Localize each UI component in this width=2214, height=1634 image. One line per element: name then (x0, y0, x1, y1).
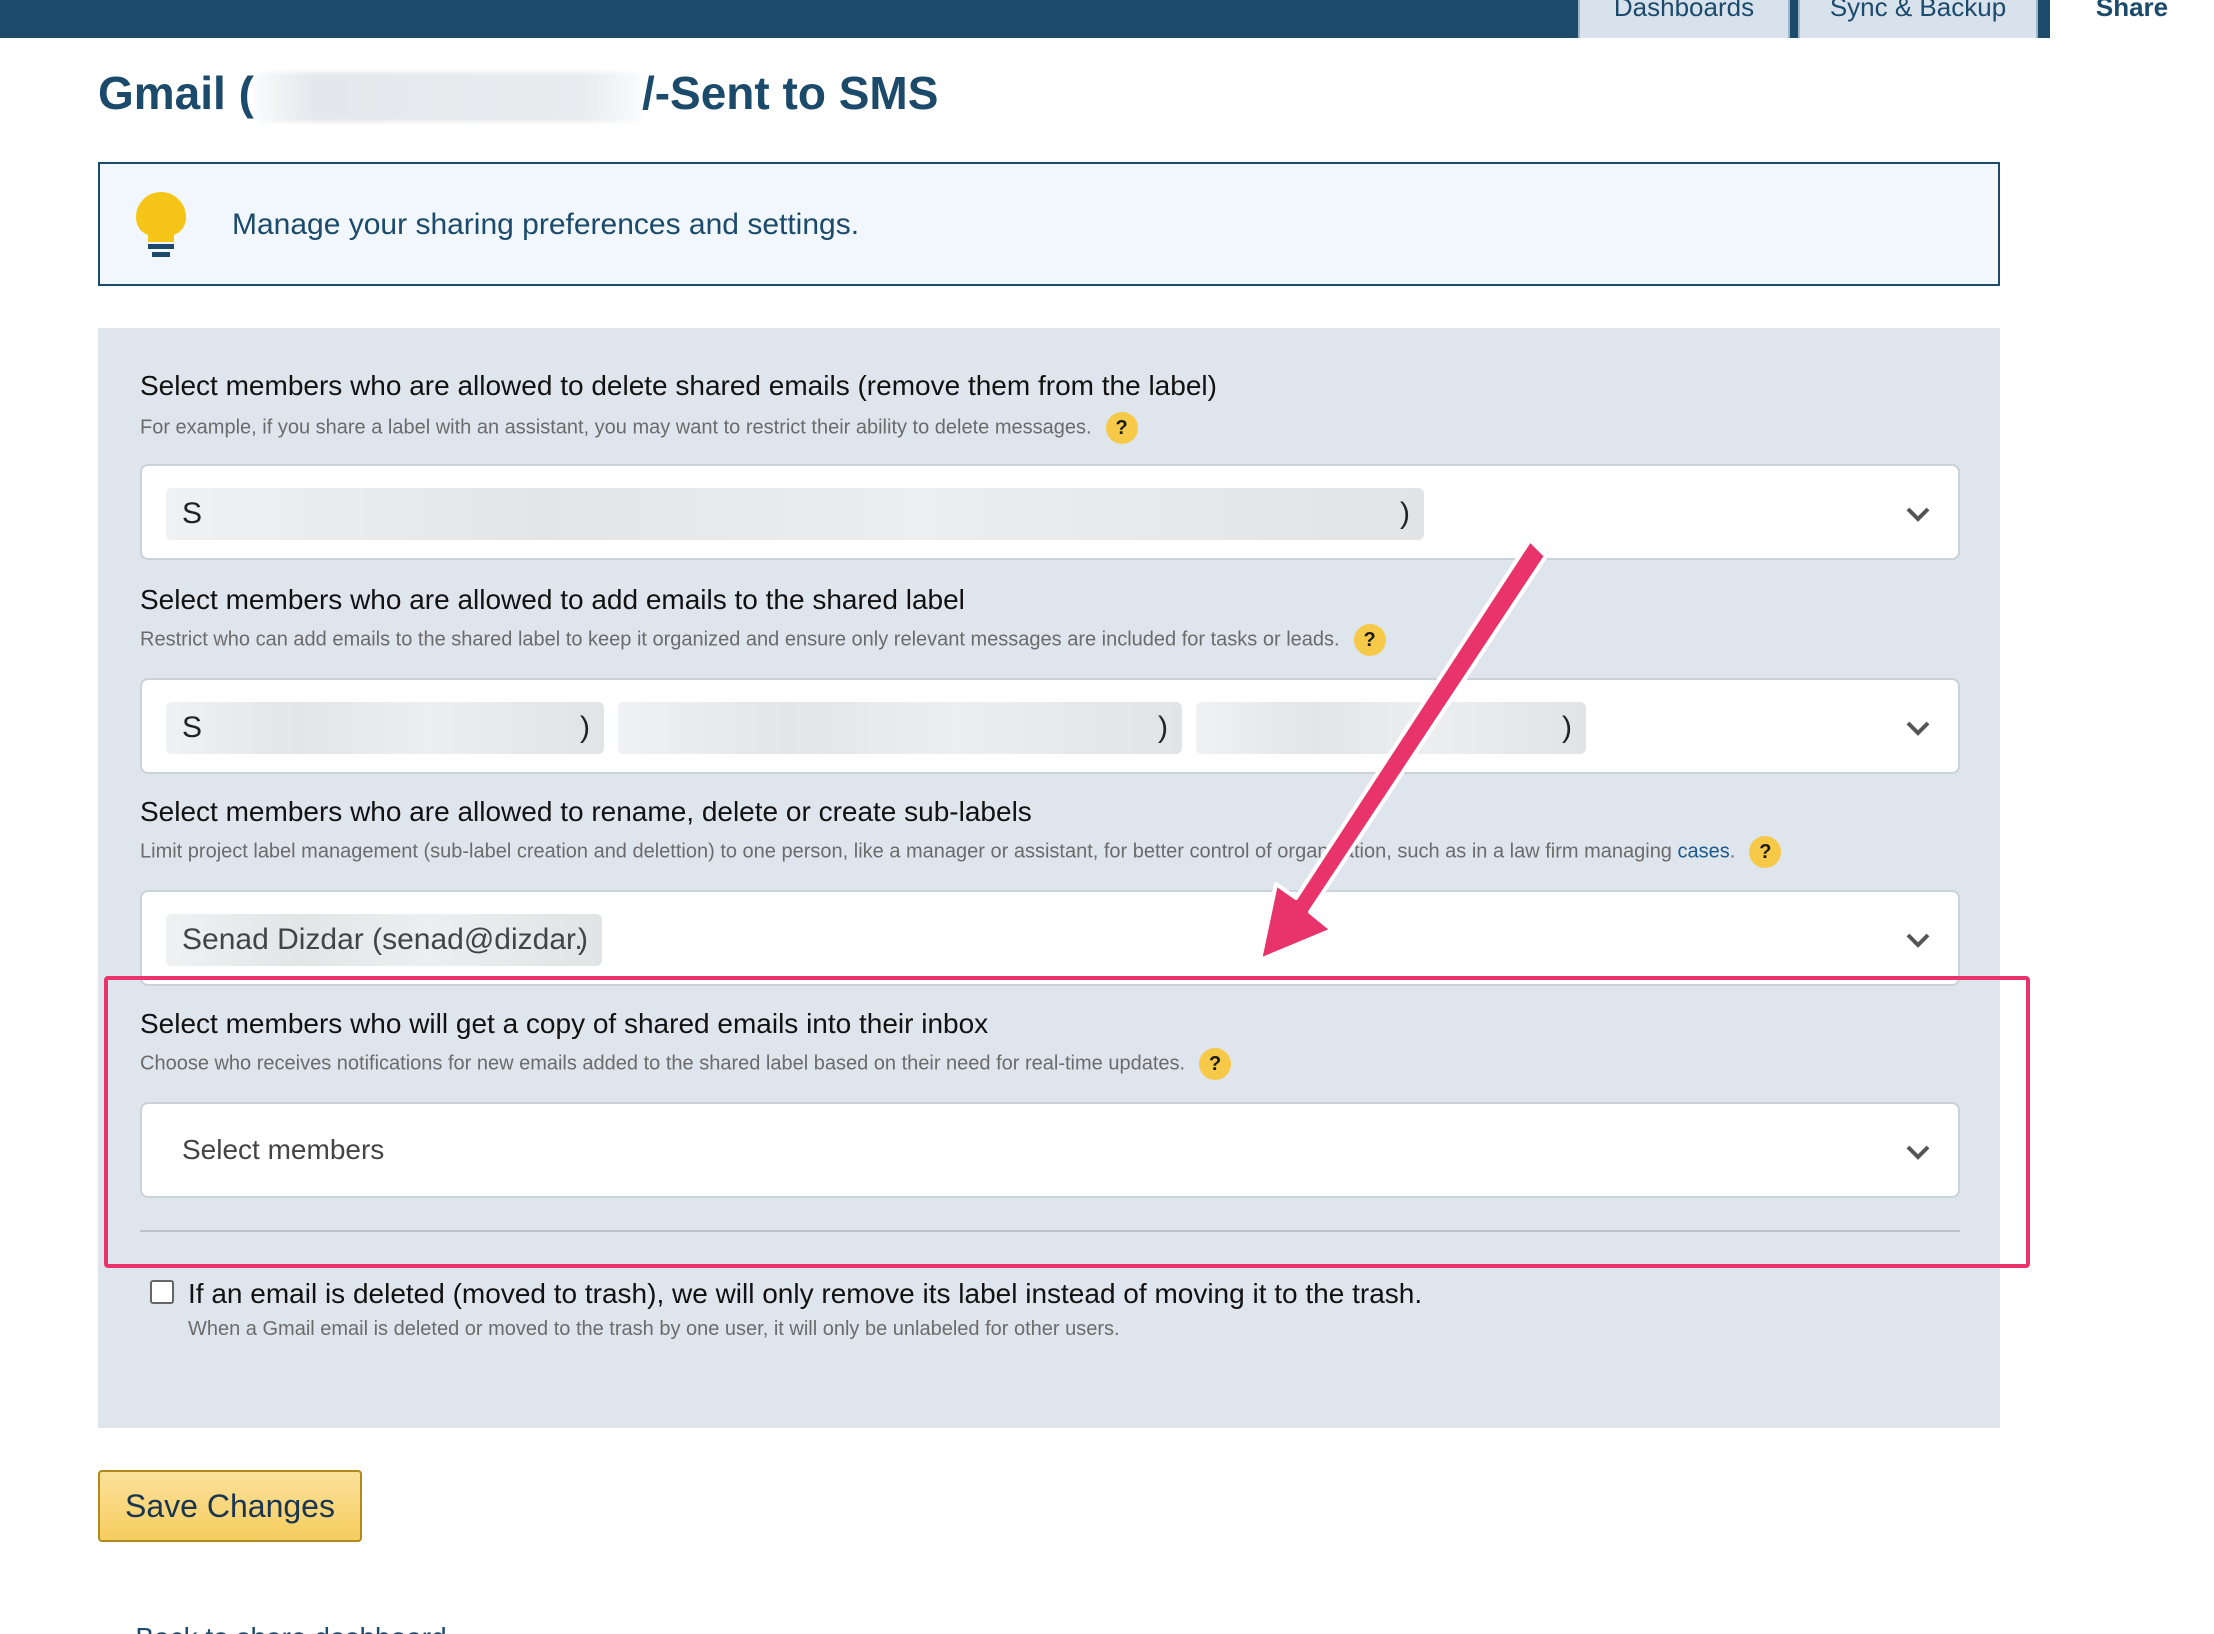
inbox-copy-members-select[interactable]: Select members (140, 1102, 1960, 1198)
copy-to-inbox-description: Choose who receives notifications for ne… (140, 1048, 1232, 1080)
info-text: Manage your sharing preferences and sett… (232, 208, 860, 241)
help-icon[interactable]: ? (1353, 624, 1386, 656)
tab-dashboards[interactable]: Dashboards (1578, 0, 1790, 38)
chevron-down-icon[interactable] (1904, 926, 1932, 954)
cases-link[interactable]: cases (1678, 840, 1730, 862)
sublabel-permission-title: Select members who are allowed to rename… (140, 796, 1032, 827)
tab-share[interactable]: Share (2050, 0, 2214, 38)
member-chip[interactable]: S) (166, 702, 604, 754)
remove-label-on-trash-label[interactable]: If an email is deleted (moved to trash),… (188, 1278, 1422, 1310)
chevron-down-icon[interactable] (1904, 714, 1932, 742)
lightbulb-icon (136, 192, 186, 258)
back-to-share-dashboard-link[interactable]: « Back to share dashboard (112, 1622, 447, 1634)
add-permission-description: Restrict who can add emails to the share… (140, 624, 1386, 656)
page-title-prefix: Gmail ( (98, 67, 254, 119)
member-chip[interactable]: Senad Dizdar (senad@dizdar.) (166, 914, 602, 966)
add-permission-title: Select members who are allowed to add em… (140, 584, 965, 615)
remove-label-on-trash-description: When a Gmail email is deleted or moved t… (188, 1318, 1120, 1340)
remove-label-on-trash-checkbox[interactable] (150, 1280, 174, 1304)
settings-panel: Select members who are allowed to delete… (98, 328, 2000, 1428)
sublabel-permission-description: Limit project label management (sub-labe… (140, 836, 1782, 868)
add-members-select[interactable]: S) ) ) (140, 678, 1960, 774)
help-icon[interactable]: ? (1105, 412, 1138, 444)
chevron-down-icon[interactable] (1904, 1138, 1932, 1166)
select-placeholder: Select members (182, 1134, 385, 1165)
sublabel-members-select[interactable]: Senad Dizdar (senad@dizdar.) (140, 890, 1960, 986)
help-icon[interactable]: ? (1749, 836, 1782, 868)
tab-sync-backup[interactable]: Sync & Backup (1798, 0, 2038, 38)
info-banner: Manage your sharing preferences and sett… (98, 162, 2000, 286)
delete-permission-title: Select members who are allowed to delete… (140, 370, 1217, 401)
delete-permission-description: For example, if you share a label with a… (140, 412, 1138, 444)
member-chip[interactable]: S) (166, 488, 1424, 540)
copy-to-inbox-title: Select members who will get a copy of sh… (140, 1008, 989, 1039)
section-divider (140, 1230, 1960, 1232)
member-chip[interactable]: ) (618, 702, 1182, 754)
delete-members-select[interactable]: S) (140, 464, 1960, 560)
member-chip[interactable]: ) (1196, 702, 1586, 754)
save-changes-button[interactable]: Save Changes (98, 1470, 362, 1542)
redaction-blur (254, 72, 642, 122)
help-icon[interactable]: ? (1199, 1048, 1232, 1080)
chevron-down-icon[interactable] (1904, 500, 1932, 528)
page-title-suffix: /-Sent to SMS (641, 67, 939, 119)
